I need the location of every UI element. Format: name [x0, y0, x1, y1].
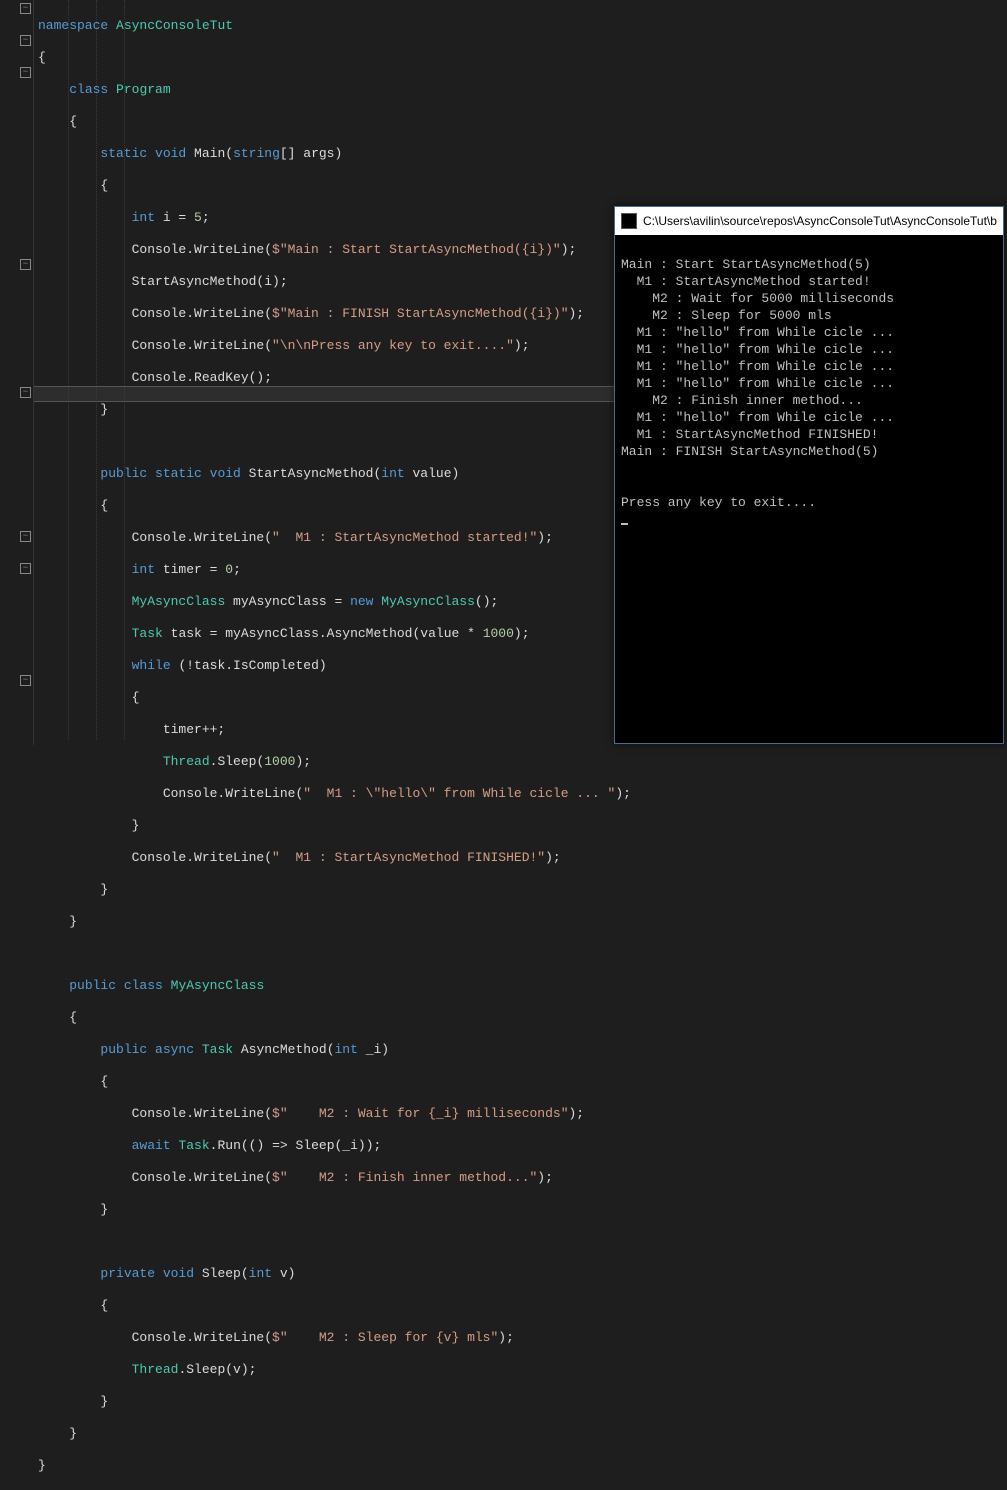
fold-toggle[interactable]: − [20, 35, 31, 46]
code-text: Console.WriteLine( [38, 306, 272, 321]
code-text: Console.WriteLine( [38, 338, 272, 353]
code-text: ); [569, 306, 585, 321]
console-window[interactable]: C:\Users\avilin\source\repos\AsyncConsol… [614, 206, 1004, 744]
console-line: Main : Start StartAsyncMethod(5) [621, 257, 871, 272]
code-text: } [38, 882, 631, 898]
code-text: ); [545, 850, 561, 865]
code-text: Console.ReadKey(); [38, 370, 631, 386]
console-line: M2 : Wait for 5000 milliseconds [621, 291, 894, 306]
console-line: M1 : "hello" from While cicle ... [621, 325, 894, 340]
code-text: " M1 : \"hello\" from While cicle ... " [303, 786, 615, 801]
console-cursor [621, 523, 628, 525]
code-text [38, 434, 631, 450]
code-text: } [38, 1458, 631, 1474]
code-text: { [38, 114, 631, 130]
code-text: ); [514, 338, 530, 353]
code-text: "\n\nPress any key to exit...." [272, 338, 514, 353]
code-text: $"Main : FINISH StartAsyncMethod({i})" [272, 306, 568, 321]
code-text: } [38, 402, 631, 418]
code-text: } [38, 914, 631, 930]
code-text: $" M2 : Finish inner method..." [272, 1170, 537, 1185]
fold-toggle[interactable]: − [20, 3, 31, 14]
fold-toggle[interactable]: − [20, 675, 31, 686]
console-line: M1 : "hello" from While cicle ... [621, 342, 894, 357]
code-text: { [38, 498, 631, 514]
fold-toggle[interactable]: − [20, 531, 31, 542]
console-icon [621, 213, 637, 229]
code-text: $"Main : Start StartAsyncMethod({i})" [272, 242, 561, 257]
code-text: ); [569, 1106, 585, 1121]
code-text: } [38, 818, 631, 834]
code-text: $" M2 : Wait for {_i} milliseconds" [272, 1106, 568, 1121]
code-text: } [38, 1394, 631, 1410]
fold-toggle[interactable]: − [20, 67, 31, 78]
code-text: { [38, 690, 631, 706]
code-text: ); [498, 1330, 514, 1345]
code-text: { [38, 1298, 631, 1314]
code-text: Console.WriteLine( [38, 1170, 272, 1185]
code-text: Console.WriteLine( [38, 850, 272, 865]
console-line: M1 : StartAsyncMethod FINISHED! [621, 427, 878, 442]
code-text: " M1 : StartAsyncMethod FINISHED!" [272, 850, 545, 865]
code-text: timer++; [38, 722, 631, 738]
console-line: M2 : Sleep for 5000 mls [621, 308, 832, 323]
code-text: Console.WriteLine( [38, 242, 272, 257]
fold-toggle[interactable]: − [20, 259, 31, 270]
code-area[interactable]: namespace AsyncConsoleTut { class Progra… [38, 2, 631, 1490]
code-text: } [38, 1426, 631, 1442]
code-text: { [38, 178, 631, 194]
fold-toggle[interactable]: − [20, 563, 31, 574]
code-text: ); [615, 786, 631, 801]
code-text [38, 1234, 631, 1250]
code-text: { [38, 50, 631, 66]
console-line: M1 : "hello" from While cicle ... [621, 376, 894, 391]
code-text [38, 946, 631, 962]
fold-toggle[interactable]: − [20, 387, 31, 398]
gutter: − − − − − − − − [0, 0, 34, 745]
code-text: Console.WriteLine( [38, 530, 272, 545]
console-line: M1 : "hello" from While cicle ... [621, 410, 894, 425]
console-line: M1 : "hello" from While cicle ... [621, 359, 894, 374]
code-text: Console.WriteLine( [38, 786, 303, 801]
code-text: ); [537, 530, 553, 545]
code-text: AsyncConsoleTut [116, 18, 233, 33]
code-text: ); [537, 1170, 553, 1185]
code-text: ); [561, 242, 577, 257]
code-text: $" M2 : Sleep for {v} mls" [272, 1330, 498, 1345]
console-line: M2 : Finish inner method... [621, 393, 863, 408]
console-line: Main : FINISH StartAsyncMethod(5) [621, 444, 878, 459]
console-titlebar[interactable]: C:\Users\avilin\source\repos\AsyncConsol… [615, 207, 1003, 235]
console-line: Press any key to exit.... [621, 495, 816, 510]
console-line: M1 : StartAsyncMethod started! [621, 274, 871, 289]
console-title: C:\Users\avilin\source\repos\AsyncConsol… [643, 207, 997, 235]
console-output: Main : Start StartAsyncMethod(5) M1 : St… [615, 235, 1003, 551]
code-text: Console.WriteLine( [38, 1330, 272, 1345]
code-text: Console.WriteLine( [38, 1106, 272, 1121]
code-text: { [38, 1074, 631, 1090]
code-text: " M1 : StartAsyncMethod started!" [272, 530, 537, 545]
code-text: { [38, 1010, 631, 1026]
code-text: } [38, 1202, 631, 1218]
code-text: StartAsyncMethod(i); [38, 274, 631, 290]
